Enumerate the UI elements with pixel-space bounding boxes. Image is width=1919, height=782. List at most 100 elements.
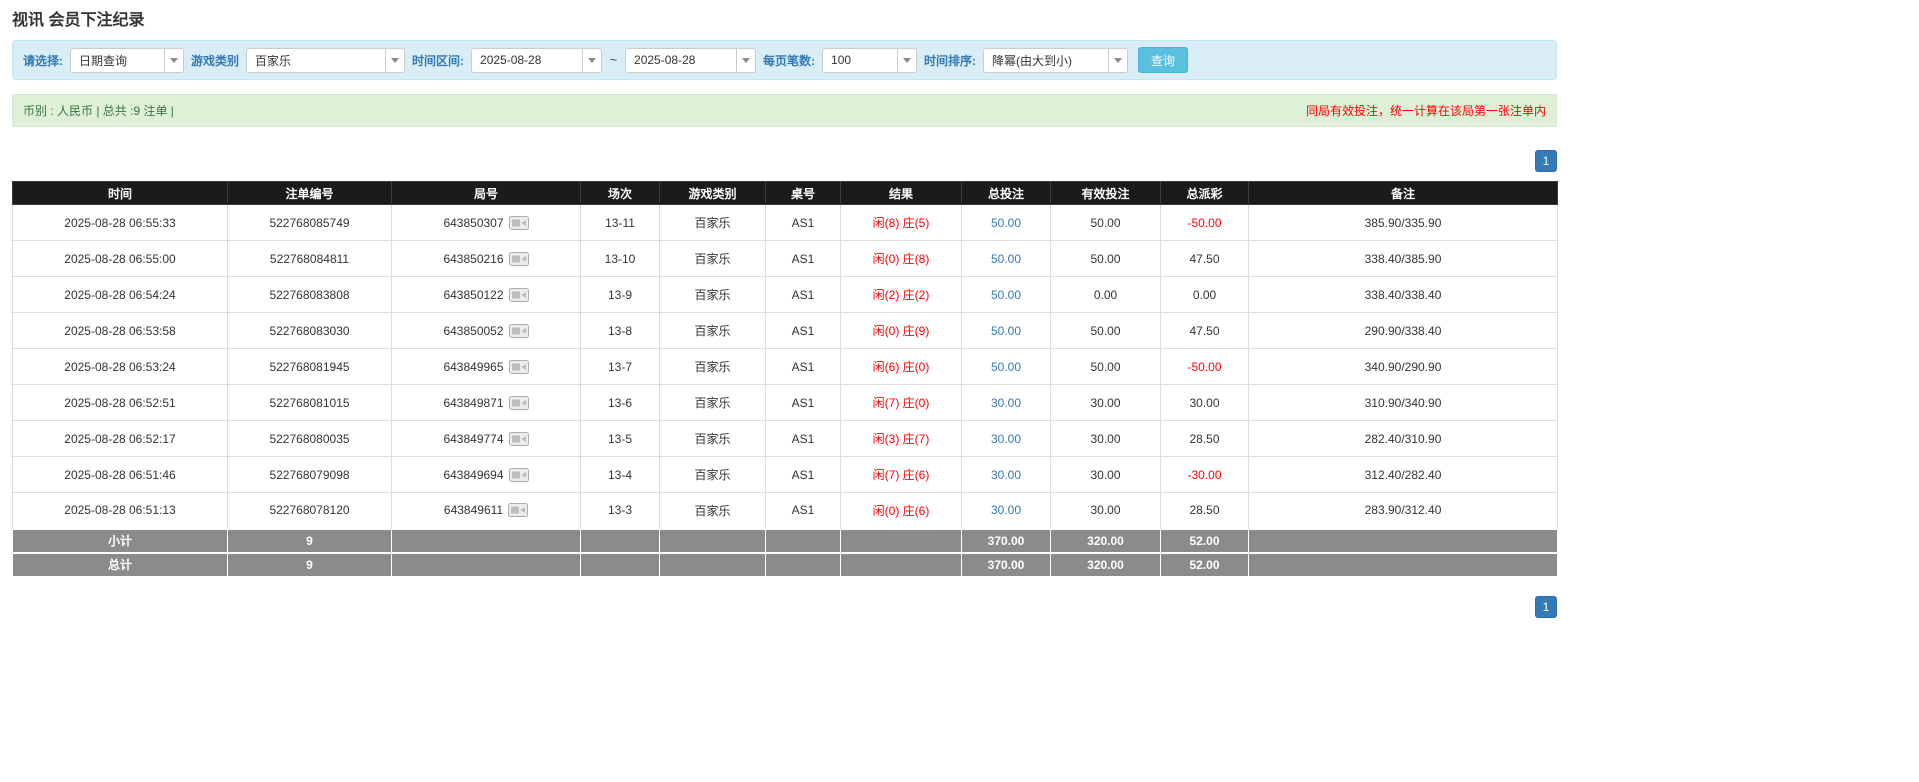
chevron-down-icon[interactable]: [1109, 47, 1129, 73]
date-to-picker[interactable]: [625, 47, 757, 73]
total-bet-link[interactable]: 30.00: [991, 432, 1021, 446]
cell-round-id: 643850052: [391, 312, 581, 349]
cell-table-no: AS1: [765, 276, 841, 313]
game-type-input[interactable]: [246, 47, 387, 73]
filter-bar: 请选择: 游戏类别 时间区间: ~ 每页笔数: 时间排序:: [12, 40, 1557, 80]
cell-time: 2025-08-28 06:51:46: [12, 456, 228, 493]
video-replay-icon[interactable]: [508, 503, 529, 518]
cell-note: 290.90/338.40: [1248, 312, 1558, 349]
round-id-text: 643849611: [443, 503, 504, 518]
per-page-input[interactable]: [822, 47, 899, 73]
cell-time: 2025-08-28 06:53:58: [12, 312, 228, 349]
cell-session: 13-9: [580, 276, 660, 313]
col-header-payout: 总派彩: [1160, 181, 1249, 205]
summary-bar: 币别 : 人民币 | 总共 :9 注单 | 同局有效投注，统一计算在该局第一张注…: [12, 94, 1557, 127]
date-from-input[interactable]: [471, 47, 584, 73]
total-bet-link[interactable]: 50.00: [991, 216, 1021, 230]
total-row: 总计 9 370.00 320.00 52.00: [12, 551, 1558, 578]
cell-game-type: 百家乐: [659, 456, 766, 493]
result-banker: 庄(5): [902, 216, 930, 230]
pagination-page-button[interactable]: 1: [1535, 595, 1557, 618]
sort-order-select[interactable]: [983, 47, 1129, 73]
video-replay-icon[interactable]: [508, 323, 529, 338]
total-bet-link[interactable]: 50.00: [991, 288, 1021, 302]
cell-valid-bet: 50.00: [1050, 348, 1161, 385]
cell-bet-id: 522768083808: [227, 276, 392, 313]
cell-payout: 28.50: [1160, 492, 1249, 529]
per-page-select[interactable]: [822, 47, 918, 73]
video-replay-icon[interactable]: [508, 251, 529, 266]
chevron-down-icon[interactable]: [165, 47, 184, 73]
total-bet-link[interactable]: 50.00: [991, 360, 1021, 374]
query-type-select[interactable]: [70, 47, 184, 73]
payout-value: -50.00: [1187, 215, 1222, 230]
total-bet-link[interactable]: 30.00: [991, 503, 1021, 517]
payout-value: 28.50: [1189, 431, 1220, 446]
total-bet-link[interactable]: 30.00: [991, 468, 1021, 482]
table-row: 2025-08-28 06:53:24 522768081945 643849965…: [12, 348, 1558, 385]
total-bet-link[interactable]: 30.00: [991, 396, 1021, 410]
cell-session: 13-10: [580, 240, 660, 277]
chevron-down-icon[interactable]: [898, 47, 918, 73]
cell-session: 13-4: [580, 456, 660, 493]
date-from-picker[interactable]: [471, 47, 603, 73]
cell-table-no: AS1: [765, 420, 841, 457]
cell-round-id: 643850307: [391, 204, 581, 241]
cell-table-no: AS1: [765, 240, 841, 277]
video-replay-icon[interactable]: [508, 359, 529, 374]
caret-shape: [742, 57, 751, 63]
date-to-input[interactable]: [625, 47, 738, 73]
subtotal-total-bet: 370.00: [961, 527, 1051, 554]
result-banker: 庄(6): [902, 468, 930, 482]
video-replay-icon[interactable]: [508, 395, 529, 410]
total-bet-link[interactable]: 50.00: [991, 324, 1021, 338]
result-player: 闲(0): [872, 324, 900, 338]
chevron-down-icon[interactable]: [737, 47, 757, 73]
cell-valid-bet: 0.00: [1050, 276, 1161, 313]
cell-session: 13-6: [580, 384, 660, 421]
cell-note: 338.40/385.90: [1248, 240, 1558, 277]
cell-game-type: 百家乐: [659, 240, 766, 277]
video-replay-icon[interactable]: [508, 287, 529, 302]
video-replay-icon[interactable]: [508, 467, 529, 482]
game-type-select[interactable]: [246, 47, 406, 73]
cell-note: 312.40/282.40: [1248, 456, 1558, 493]
sort-order-input[interactable]: [983, 47, 1110, 73]
cell-result: 闲(3) 庄(7): [840, 420, 962, 457]
payout-value: -30.00: [1187, 467, 1222, 482]
cell-table-no: AS1: [765, 456, 841, 493]
cell-session: 13-3: [580, 492, 660, 529]
round-id-text: 643849871: [443, 395, 504, 410]
cell-result: 闲(7) 庄(6): [840, 456, 962, 493]
query-type-input[interactable]: [70, 47, 165, 73]
cell-payout: 47.50: [1160, 312, 1249, 349]
cell-session: 13-7: [580, 348, 660, 385]
payout-value: 47.50: [1189, 323, 1220, 338]
chevron-down-icon[interactable]: [386, 47, 406, 73]
col-header-bet-id: 注单编号: [227, 181, 392, 205]
video-replay-icon[interactable]: [508, 431, 529, 446]
cell-total-bet: 50.00: [961, 240, 1051, 277]
caret-shape: [170, 57, 178, 63]
subtotal-label: 小计: [12, 527, 228, 554]
cell-result: 闲(7) 庄(0): [840, 384, 962, 421]
payout-value: 30.00: [1189, 395, 1220, 410]
cell-note: 282.40/310.90: [1248, 420, 1558, 457]
caret-shape: [588, 57, 597, 63]
cell-bet-id: 522768084811: [227, 240, 392, 277]
cell-bet-id: 522768085749: [227, 204, 392, 241]
cell-time: 2025-08-28 06:55:33: [12, 204, 228, 241]
cell-round-id: 643849871: [391, 384, 581, 421]
video-replay-icon[interactable]: [508, 215, 529, 230]
cell-note: 340.90/290.90: [1248, 348, 1558, 385]
chevron-down-icon[interactable]: [583, 47, 603, 73]
result-player: 闲(8): [872, 216, 900, 230]
round-id-text: 643850122: [443, 287, 504, 302]
pagination-page-button[interactable]: 1: [1535, 150, 1557, 172]
cell-session: 13-5: [580, 420, 660, 457]
search-button[interactable]: 查询: [1138, 47, 1189, 73]
col-header-session: 场次: [580, 181, 660, 205]
cell-note: 283.90/312.40: [1248, 492, 1558, 529]
total-bet-link[interactable]: 50.00: [991, 252, 1021, 266]
table-row: 2025-08-28 06:54:24 522768083808 643850122…: [12, 276, 1558, 313]
